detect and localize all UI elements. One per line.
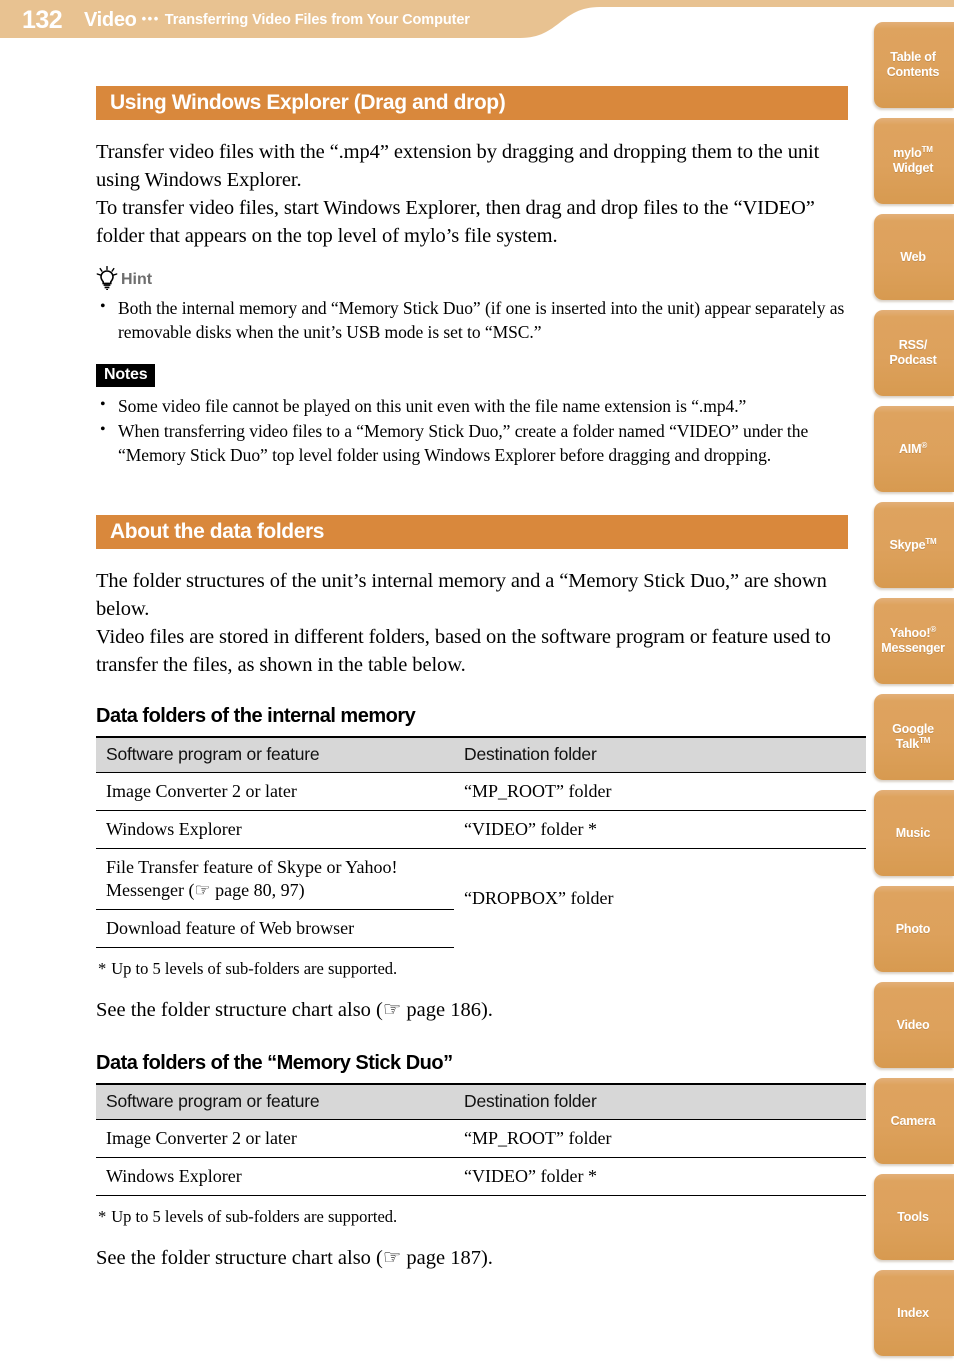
table-row: Windows Explorer “VIDEO” folder * [96, 810, 866, 849]
cell-feature: Download feature of Web browser [96, 909, 454, 948]
sidebar-tab-label: Photo [895, 921, 931, 936]
header-subtitle: Transferring Video Files from Your Compu… [164, 12, 470, 28]
section-heading-label: Using Windows Explorer (Drag and drop) [110, 91, 506, 114]
sidebar-tab-web[interactable]: Web [874, 214, 954, 300]
sidebar-tab-label: Yahoo!® Messenger [881, 624, 945, 655]
cell-destination: “VIDEO” folder * [454, 1157, 866, 1196]
table-header-row: Software program or feature Destination … [96, 1083, 866, 1120]
column-header: Destination folder [454, 736, 866, 773]
cell-feature: Image Converter 2 or later [96, 1119, 454, 1158]
cell-feature: Windows Explorer [96, 810, 454, 849]
sidebar-tab-mylo-widget[interactable]: myloTM Widget [874, 118, 954, 204]
sidebar-tab-label: RSS/Podcast [889, 338, 937, 367]
table1-title: Data folders of the internal memory [96, 705, 416, 727]
sidebar-tab-label: SkypeTM [889, 536, 937, 552]
table-row: Image Converter 2 or later “MP_ROOT” fol… [96, 772, 866, 811]
list-item: When transferring video files to a “Memo… [96, 418, 848, 467]
header-separator: ••• [141, 10, 160, 26]
cell-feature: Image Converter 2 or later [96, 772, 454, 811]
sidebar-tab-table-of-contents[interactable]: Table of Contents [874, 22, 954, 108]
footnote-text: Up to 5 levels of sub-folders are suppor… [111, 1207, 398, 1226]
sidebar-tab-label: AIM® [898, 440, 928, 456]
table2-footnote: * Up to 5 levels of sub-folders are suppo… [96, 1207, 848, 1227]
sidebar-tab-tools[interactable]: Tools [874, 1174, 954, 1260]
footnote-marker: * [98, 1207, 107, 1226]
sidebar-tab-skype[interactable]: SkypeTM [874, 502, 954, 588]
sidebar-tab-label: Camera [890, 1113, 936, 1128]
page-number: 132 [22, 5, 63, 34]
section-heading-about-the-data-folders: About the data folders [96, 515, 848, 549]
cell-destination: “MP_ROOT” folder [454, 772, 866, 811]
list-item: Some video file cannot be played on this… [96, 393, 848, 418]
section1-paragraph-1: Transfer video files with the “.mp4” ext… [96, 141, 820, 191]
sidebar-tab-label: Index [897, 1305, 929, 1320]
column-header: Software program or feature [96, 1083, 454, 1120]
hint-bullet-list: Both the internal memory and “Memory Sti… [96, 295, 848, 344]
cell-feature: File Transfer feature of Skype or Yahoo!… [96, 848, 454, 910]
sidebar-tab-music[interactable]: Music [874, 790, 954, 876]
footnote-text: Up to 5 levels of sub-folders are suppor… [111, 959, 398, 978]
section-heading-using-windows-explorer: Using Windows Explorer (Drag and drop) [96, 86, 848, 120]
column-header: Destination folder [454, 1083, 866, 1120]
table1-see-also: See the folder structure chart also (☞ p… [96, 999, 493, 1021]
table-row: Windows Explorer “VIDEO” folder * [96, 1157, 866, 1196]
table1-footnote: * Up to 5 levels of sub-folders are suppo… [96, 959, 848, 979]
section1-paragraph-2: To transfer video files, start Windows E… [96, 197, 815, 247]
table-header-row: Software program or feature Destination … [96, 736, 866, 773]
cell-destination: “DROPBOX” folder [454, 848, 866, 948]
sidebar-tab-label: Google TalkTM [892, 722, 934, 751]
sidebar-tab-rss-podcast[interactable]: RSS/Podcast [874, 310, 954, 396]
sidebar-tab-label: Table of Contents [886, 50, 940, 79]
sidebar-tab-google-talk[interactable]: Google TalkTM [874, 694, 954, 780]
notes-label: Notes [96, 364, 156, 387]
section-heading-label: About the data folders [110, 520, 325, 543]
table-memory-stick-duo: Software program or feature Destination … [96, 1083, 866, 1196]
sidebar-tab-label: Video [896, 1017, 930, 1032]
column-header: Software program or feature [96, 736, 454, 773]
sidebar-tab-yahoo-messenger[interactable]: Yahoo!® Messenger [874, 598, 954, 684]
sidebar-tab-index[interactable]: Index [874, 1270, 954, 1356]
header-section-name: Video [84, 8, 137, 31]
cell-destination: “MP_ROOT” folder [454, 1119, 866, 1158]
sidebar-tab-label: Tools [897, 1209, 929, 1224]
table2-title: Data folders of the “Memory Stick Duo” [96, 1052, 453, 1074]
sidebar-tab-photo[interactable]: Photo [874, 886, 954, 972]
list-item: Both the internal memory and “Memory Sti… [96, 295, 848, 344]
lightbulb-icon [96, 266, 118, 290]
footnote-marker: * [98, 959, 107, 978]
sidebar-tab-aim[interactable]: AIM® [874, 406, 954, 492]
hint-header: Hint [96, 266, 848, 290]
cell-destination: “VIDEO” folder * [454, 810, 866, 849]
sidebar-tab-video[interactable]: Video [874, 982, 954, 1068]
section2-paragraph-2: Video files are stored in different fold… [96, 626, 831, 676]
hint-label: Hint [121, 271, 153, 288]
section2-paragraph-1: The folder structures of the unit’s inte… [96, 570, 827, 620]
sidebar-tabs: Table of Contents myloTM Widget Web RSS/Podca… [874, 22, 954, 1366]
sidebar-tab-label: Music [895, 825, 931, 840]
page-header-text: 132 Video ••• Transferring Video Files f… [0, 0, 860, 40]
notes-header: Notes [96, 364, 848, 387]
sidebar-tab-label: Web [900, 249, 926, 264]
table2-see-also: See the folder structure chart also (☞ p… [96, 1247, 493, 1269]
page-content: Using Windows Explorer (Drag and drop) T… [96, 0, 866, 1270]
table-row: File Transfer feature of Skype or Yahoo!… [96, 848, 866, 948]
notes-bullet-list: Some video file cannot be played on this… [96, 393, 848, 467]
table-internal-memory: Software program or feature Destination … [96, 736, 866, 948]
table-row: Image Converter 2 or later “MP_ROOT” fol… [96, 1119, 866, 1158]
cell-feature: Windows Explorer [96, 1157, 454, 1196]
sidebar-tab-label: myloTM Widget [892, 144, 934, 175]
sidebar-tab-camera[interactable]: Camera [874, 1078, 954, 1164]
